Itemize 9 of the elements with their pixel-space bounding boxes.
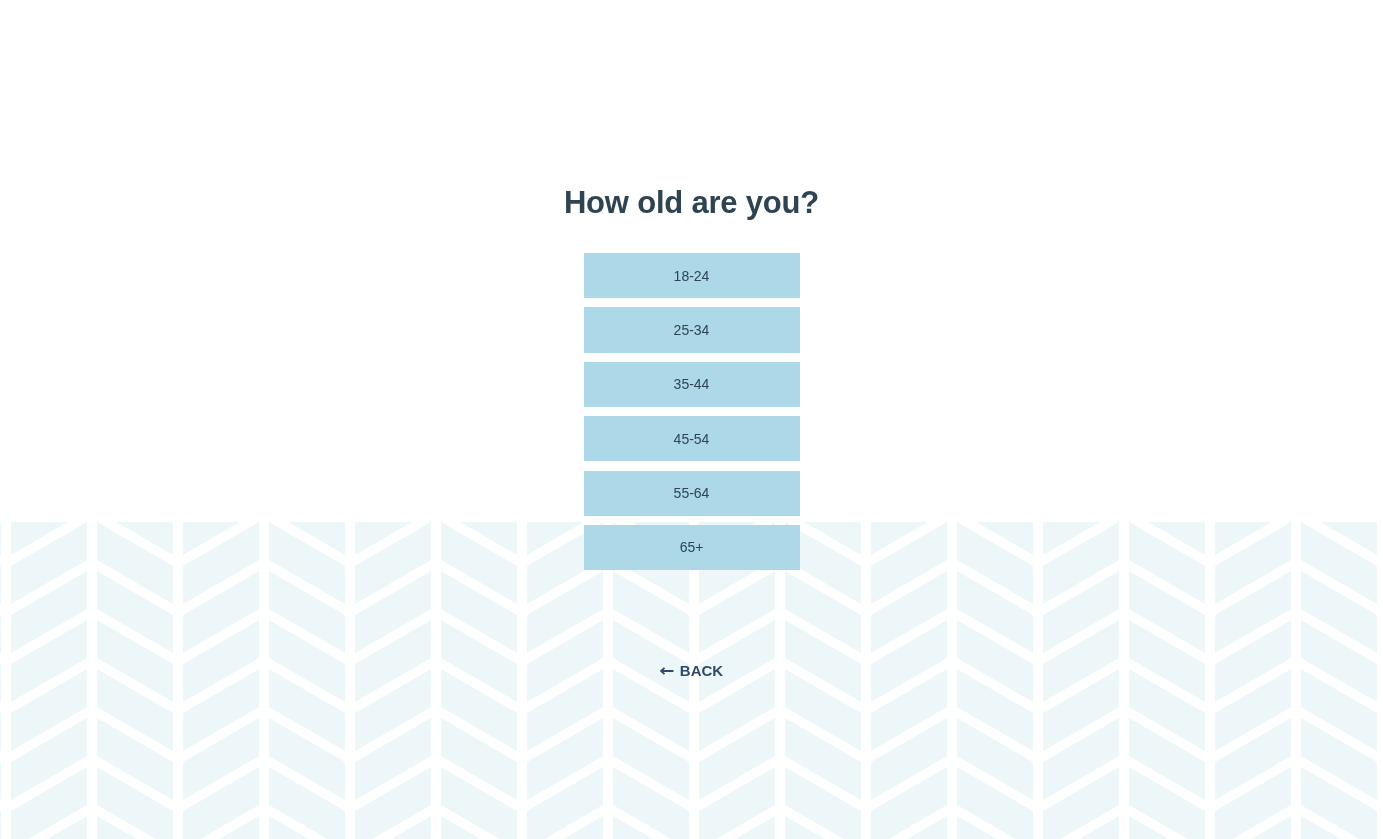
age-option-button[interactable]: 65+ (583, 524, 800, 571)
age-option-button[interactable]: 35-44 (583, 361, 800, 407)
age-option-button[interactable]: 18-24 (583, 253, 800, 299)
back-link[interactable]: BACK (659, 662, 724, 681)
arrow-left-icon (659, 667, 674, 676)
age-option-button[interactable]: 55-64 (583, 470, 800, 516)
age-option-button[interactable]: 45-54 (583, 416, 800, 462)
question-title: How old are you? (563, 184, 820, 222)
age-option-button[interactable]: 25-34 (583, 307, 800, 353)
